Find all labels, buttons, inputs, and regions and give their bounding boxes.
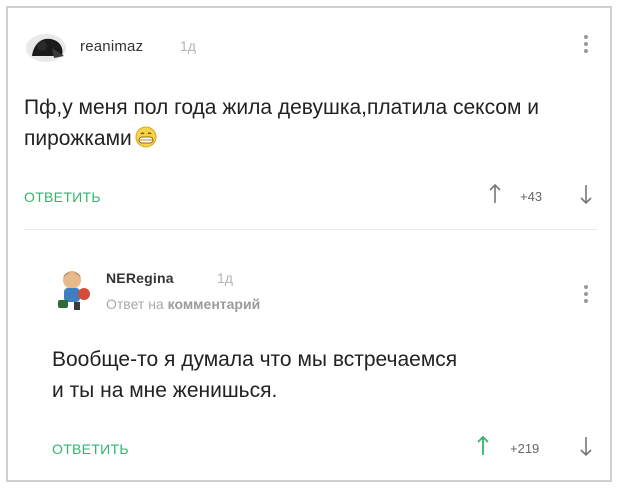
downvote-icon[interactable] (579, 435, 593, 462)
comment-text: Пф,у меня пол года жила девушка,платила … (24, 92, 584, 157)
comment-author[interactable]: reanimaz (80, 38, 143, 55)
comment-text-content: Пф,у меня пол года жила девушка,платила … (24, 96, 539, 150)
comment-reanimaz: reanimaz 1д Пф,у меня пол года жила деву… (0, 0, 620, 220)
avatar[interactable] (52, 266, 96, 312)
grinning-face-icon (134, 126, 158, 157)
reply-prefix: Ответ на (106, 296, 164, 312)
avatar-silhouette-icon (26, 34, 66, 62)
more-options-icon[interactable] (584, 282, 588, 306)
comment-author[interactable]: NERegina (106, 270, 174, 286)
comment-text: Вообще-то я думала что мы встречаемся и … (52, 344, 602, 406)
upvote-icon[interactable] (488, 183, 502, 210)
reply-reference: Ответ на комментарий (106, 296, 260, 312)
avatar[interactable] (24, 26, 68, 66)
comment-text-line-1: Вообще-то я думала что мы встречаемся (52, 348, 458, 371)
comment-text-line-2: и ты на мне женишься. (52, 379, 278, 402)
reply-button[interactable]: ОТВЕТИТЬ (52, 441, 129, 457)
reply-button[interactable]: ОТВЕТИТЬ (24, 189, 101, 205)
rating-count: +219 (510, 441, 540, 456)
comment-time: 1д (180, 38, 196, 54)
reply-target-link[interactable]: комментарий (168, 296, 261, 312)
rating-count: +43 (520, 189, 543, 204)
avatar-cartoon-icon (58, 271, 90, 310)
downvote-icon[interactable] (579, 183, 593, 210)
upvote-icon[interactable] (476, 435, 490, 462)
more-options-icon[interactable] (584, 32, 588, 56)
comment-neregina: NERegina 1д Ответ на комментарий Вообще-… (0, 230, 620, 480)
comment-time: 1д (217, 270, 233, 286)
